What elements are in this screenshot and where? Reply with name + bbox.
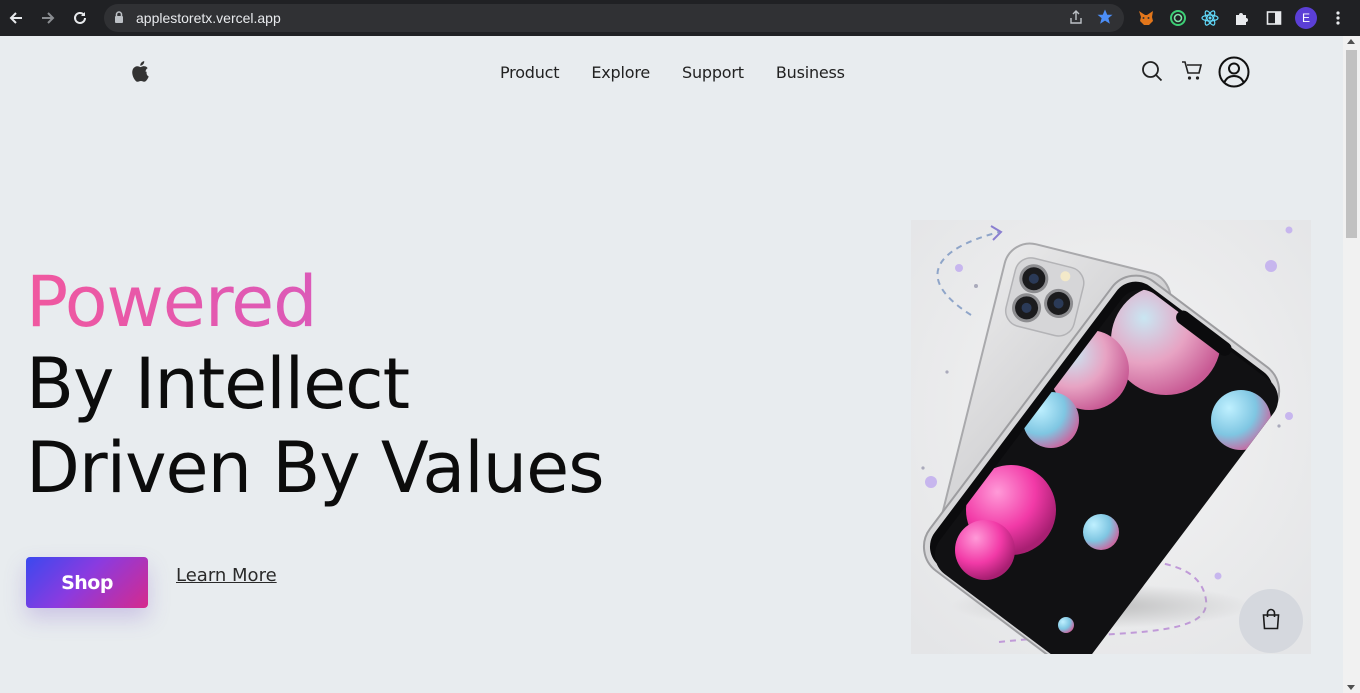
nav-link-business[interactable]: Business [776, 63, 845, 82]
side-panel-icon[interactable] [1263, 7, 1285, 29]
shop-button[interactable]: Shop [26, 557, 148, 608]
browser-toolbar: applestoretx.vercel.app E [0, 0, 1360, 36]
profile-avatar[interactable]: E [1295, 7, 1317, 29]
search-icon[interactable] [1141, 60, 1163, 82]
extension-ring-icon[interactable] [1167, 7, 1189, 29]
react-devtools-icon[interactable] [1199, 7, 1221, 29]
scroll-up-arrow-icon[interactable] [1347, 39, 1355, 44]
puzzle-extensions-icon[interactable] [1231, 7, 1253, 29]
back-icon[interactable] [5, 7, 27, 29]
more-icon[interactable] [1327, 7, 1349, 29]
bookmark-star-icon[interactable] [1096, 8, 1114, 31]
main-nav: Product Explore Support Business [500, 63, 845, 82]
reload-icon[interactable] [69, 7, 91, 29]
metamask-icon[interactable] [1135, 7, 1157, 29]
lock-icon[interactable] [114, 11, 124, 29]
user-icon[interactable] [1218, 56, 1250, 88]
apple-logo-icon[interactable] [131, 60, 151, 87]
hero-heading-line-values: Driven By Values [26, 427, 605, 509]
nav-link-support[interactable]: Support [682, 63, 744, 82]
forward-icon[interactable] [37, 7, 59, 29]
floating-cart-button[interactable] [1239, 589, 1303, 653]
hero-heading-line-powered: Powered [26, 262, 604, 342]
hero-heading-line-intellect: By Intellect [26, 343, 410, 425]
scroll-down-arrow-icon[interactable] [1347, 685, 1355, 690]
page-scrollbar[interactable] [1343, 36, 1360, 693]
shopping-bag-icon [1261, 608, 1281, 635]
url-text[interactable]: applestoretx.vercel.app [136, 10, 281, 26]
hero-heading: Powered By Intellect Driven By Values [26, 262, 605, 510]
share-icon[interactable] [1068, 9, 1084, 30]
scroll-thumb[interactable] [1346, 50, 1357, 238]
cart-icon[interactable] [1181, 61, 1203, 81]
phone-hero-image [911, 220, 1311, 664]
address-bar[interactable]: applestoretx.vercel.app [104, 4, 1124, 32]
page: Product Explore Support Business Powered… [0, 36, 1343, 693]
nav-link-explore[interactable]: Explore [591, 63, 650, 82]
learn-more-link[interactable]: Learn More [176, 565, 277, 586]
nav-link-product[interactable]: Product [500, 63, 560, 82]
